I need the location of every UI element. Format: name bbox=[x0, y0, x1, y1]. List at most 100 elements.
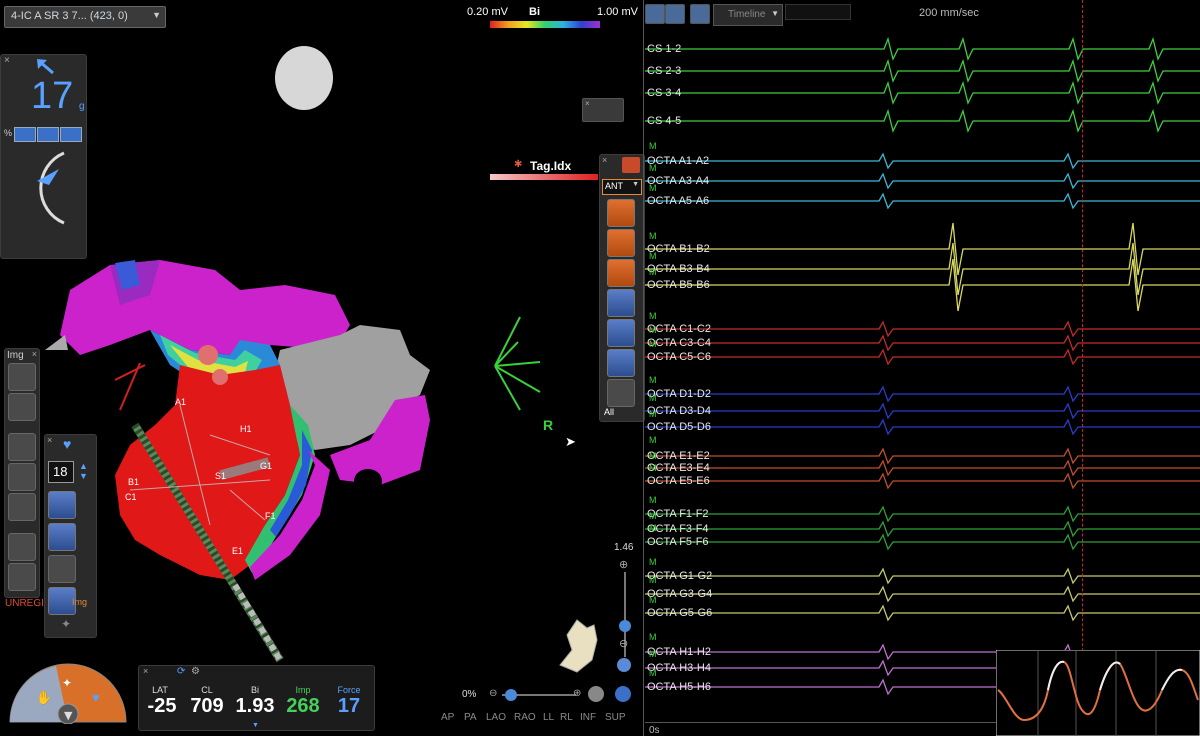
zoom-out-icon[interactable]: ⊖ bbox=[619, 637, 628, 650]
channel-label[interactable]: OCTA H5-H6 bbox=[647, 681, 711, 693]
zoom-in-icon[interactable]: ⊕ bbox=[619, 558, 628, 571]
tag-button[interactable] bbox=[607, 289, 635, 317]
channel-label[interactable]: OCTA G1-G2 bbox=[647, 570, 712, 582]
timeline-dropdown[interactable]: Timeline ▼ bbox=[713, 4, 783, 26]
hand-icon[interactable]: ✋ bbox=[36, 690, 52, 706]
close-icon[interactable]: × bbox=[143, 666, 148, 676]
channel-label[interactable]: OCTA D5-D6 bbox=[647, 421, 711, 433]
channel-label[interactable]: OCTA G3-G4 bbox=[647, 588, 712, 600]
view-button-lao[interactable]: LAO bbox=[486, 712, 506, 723]
channel-label[interactable]: CS 3-4 bbox=[647, 87, 681, 99]
heart-icon[interactable]: ♥ bbox=[63, 436, 71, 452]
channel-label[interactable]: CS 4-5 bbox=[647, 115, 681, 127]
plus-icon[interactable]: ⊕ bbox=[573, 688, 581, 699]
counter-box[interactable]: 18 bbox=[48, 461, 74, 483]
view-dropdown[interactable]: ANT ▼ bbox=[602, 179, 642, 195]
zoom-slider-thumb[interactable] bbox=[619, 620, 631, 632]
img-tool-button[interactable] bbox=[8, 393, 36, 421]
channel-label[interactable]: OCTA D3-D4 bbox=[647, 405, 711, 417]
time-cursor[interactable] bbox=[1082, 0, 1083, 736]
tag-filter-label[interactable]: All bbox=[604, 407, 614, 417]
channel-label[interactable]: OCTA C1-C2 bbox=[647, 323, 711, 335]
channel-label[interactable]: CS 1-2 bbox=[647, 43, 681, 55]
channel-label[interactable]: OCTA F5-F6 bbox=[647, 536, 709, 548]
channel-label[interactable]: OCTA H1-H2 bbox=[647, 646, 711, 658]
channel-label[interactable]: OCTA B5-B6 bbox=[647, 279, 710, 291]
channel-label[interactable]: OCTA E5-E6 bbox=[647, 475, 710, 487]
heart-icon[interactable]: ♥ bbox=[92, 690, 100, 705]
img-link[interactable]: Img bbox=[72, 597, 87, 607]
signal-preview-inset bbox=[996, 650, 1200, 736]
channel-label[interactable]: OCTA D1-D2 bbox=[647, 388, 711, 400]
reference-marker bbox=[275, 46, 333, 110]
close-icon[interactable]: × bbox=[602, 155, 607, 165]
close-icon[interactable]: × bbox=[32, 349, 37, 359]
globe-button[interactable] bbox=[588, 686, 604, 702]
marker-flag: M bbox=[649, 311, 657, 321]
tool-button[interactable] bbox=[665, 4, 685, 24]
tag-button[interactable] bbox=[607, 319, 635, 347]
voltage-map-3d[interactable] bbox=[40, 255, 440, 675]
refresh-icon[interactable]: ⟳ bbox=[177, 666, 185, 677]
img-tool-button[interactable] bbox=[8, 363, 36, 391]
channel-label[interactable]: OCTA C3-C4 bbox=[647, 337, 711, 349]
tool-button[interactable] bbox=[645, 4, 665, 24]
ecg-trace bbox=[645, 80, 1200, 105]
save-icon[interactable] bbox=[690, 4, 710, 24]
close-icon[interactable]: × bbox=[4, 55, 10, 66]
marker-flag: M bbox=[649, 575, 657, 585]
reset-view-button[interactable] bbox=[617, 658, 631, 672]
settings-icon[interactable]: ⚙ bbox=[191, 666, 200, 677]
grid-icon[interactable] bbox=[622, 157, 640, 173]
channel-label[interactable]: OCTA H3-H4 bbox=[647, 662, 711, 674]
tag-button[interactable] bbox=[607, 379, 635, 407]
marker-flag: M bbox=[649, 511, 657, 521]
tag-button[interactable] bbox=[607, 349, 635, 377]
rotate-button[interactable] bbox=[615, 686, 631, 702]
channel-label[interactable]: OCTA G5-G6 bbox=[647, 607, 712, 619]
readout-label: CL bbox=[201, 685, 213, 695]
img-tool-button[interactable] bbox=[8, 433, 36, 461]
magic-wand-icon[interactable]: ✦ bbox=[62, 676, 72, 690]
orientation-label: R bbox=[543, 417, 554, 433]
channel-label[interactable]: OCTA C5-C6 bbox=[647, 351, 711, 363]
tag-button[interactable] bbox=[607, 259, 635, 287]
chevron-down-icon[interactable]: ▼ bbox=[252, 722, 259, 729]
force-bar-3 bbox=[60, 127, 82, 142]
view-button-ap[interactable]: AP bbox=[441, 712, 454, 723]
ecg-trace bbox=[645, 222, 1200, 276]
view-button-sup[interactable]: SUP bbox=[605, 712, 626, 723]
img-tool-button[interactable] bbox=[8, 563, 36, 591]
minus-icon[interactable]: ⊖ bbox=[489, 688, 497, 699]
grid-button[interactable] bbox=[48, 491, 76, 519]
view-button-rao[interactable]: RAO bbox=[514, 712, 536, 723]
img-tool-button[interactable] bbox=[8, 533, 36, 561]
view-button-ll[interactable]: LL bbox=[543, 712, 554, 723]
catheter-label: C1 bbox=[125, 492, 137, 502]
pin-icon[interactable]: ✦ bbox=[61, 617, 71, 631]
layout-toggle-button[interactable]: × bbox=[582, 98, 624, 122]
img-tool-button[interactable] bbox=[8, 463, 36, 491]
opacity-slider-thumb[interactable] bbox=[505, 689, 517, 701]
force-unit: g bbox=[79, 101, 85, 112]
tool-button[interactable] bbox=[48, 523, 76, 551]
chevron-down-icon: ▼ bbox=[632, 181, 639, 188]
view-button-inf[interactable]: INF bbox=[580, 712, 596, 723]
view-button-pa[interactable]: PA bbox=[464, 712, 477, 723]
readout-label: Force bbox=[337, 685, 361, 695]
tag-button[interactable] bbox=[607, 199, 635, 227]
channel-label[interactable]: CS 2-3 bbox=[647, 65, 681, 77]
tool-button[interactable] bbox=[48, 555, 76, 583]
orientation-indicator bbox=[494, 316, 541, 411]
tag-button[interactable] bbox=[607, 229, 635, 257]
img-tool-button[interactable] bbox=[8, 493, 36, 521]
heart-orientation-thumbnail[interactable] bbox=[552, 610, 602, 680]
map-selector[interactable]: 4-IC A SR 3 7... (423, 0) ▼ bbox=[4, 6, 166, 28]
stepper-icon[interactable]: ▲ ▼ bbox=[79, 461, 88, 481]
scale-gradient bbox=[490, 21, 600, 28]
color-scale: 0.20 mV Bi 1.00 mV bbox=[465, 4, 645, 30]
ecg-trace-area[interactable] bbox=[645, 30, 1200, 730]
channel-label[interactable]: OCTA A5-A6 bbox=[647, 195, 709, 207]
view-button-rl[interactable]: RL bbox=[560, 712, 573, 723]
close-icon[interactable]: × bbox=[47, 435, 52, 445]
